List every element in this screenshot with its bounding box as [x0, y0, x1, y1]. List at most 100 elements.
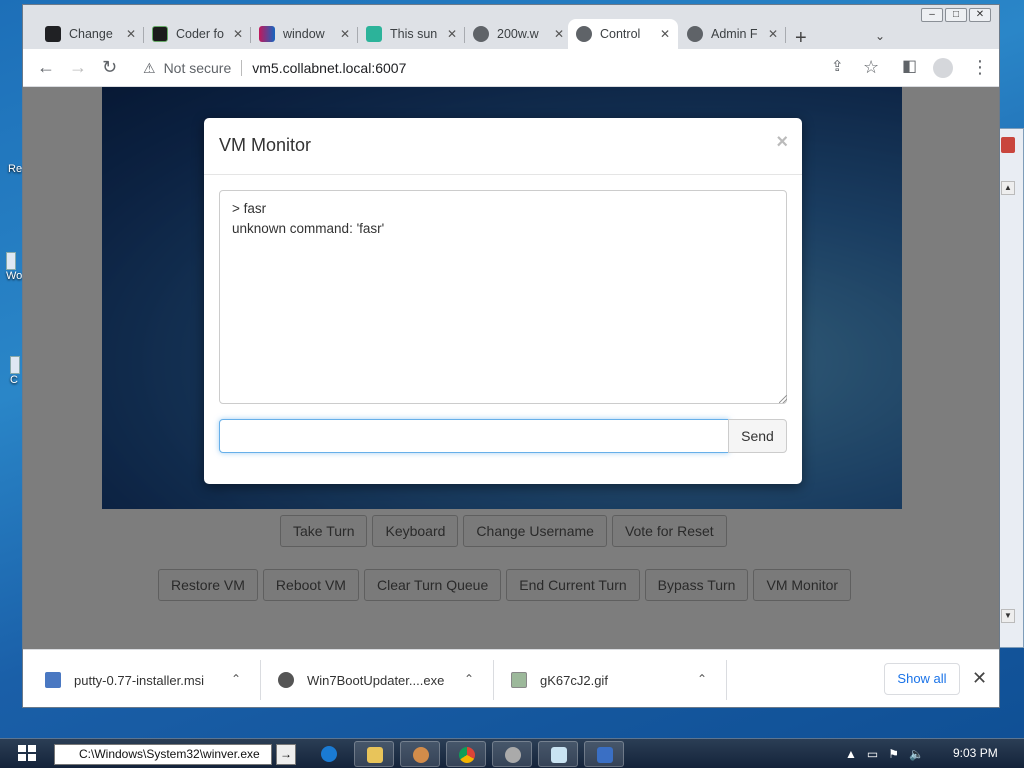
warning-icon[interactable]: ⚠: [143, 60, 156, 77]
tab-window[interactable]: window ✕: [251, 19, 358, 49]
address-bar[interactable]: ⚠ Not secure vm5.collabnet.local:6007: [133, 53, 983, 83]
tab-this-sun[interactable]: This sun ✕: [358, 19, 465, 49]
desktop-icon-recycle[interactable]: Re: [8, 163, 22, 175]
desktop-icon-c[interactable]: C: [10, 356, 20, 386]
download-item[interactable]: Win7BootUpdater....exe: [278, 650, 444, 707]
tab-close-icon[interactable]: ✕: [340, 27, 350, 41]
close-icon[interactable]: ×: [776, 131, 788, 154]
url-text[interactable]: vm5.collabnet.local:6007: [252, 60, 406, 76]
taskbar: C:\Windows\System32\winver.exe → ▲ ▭ ⚑ 🔈…: [0, 738, 1024, 768]
tab-close-icon[interactable]: ✕: [660, 27, 670, 41]
vm-action-row-1: Take Turn Keyboard Change Username Vote …: [280, 515, 727, 547]
system-tray: ▲ ▭ ⚑ 🔈: [845, 747, 924, 761]
new-tab-icon[interactable]: +: [795, 27, 807, 50]
taskbar-explorer[interactable]: [354, 741, 394, 767]
vm-monitor-modal: VM Monitor × > fasr unknown command: 'fa…: [204, 118, 802, 484]
reboot-vm-button[interactable]: Reboot VM: [262, 569, 359, 601]
scroll-up-icon[interactable]: ▲: [1001, 181, 1015, 195]
chevron-up-icon[interactable]: ⌃: [464, 672, 474, 686]
clear-turn-queue-button[interactable]: Clear Turn Queue: [363, 569, 502, 601]
tab-200w[interactable]: 200w.w ✕: [465, 19, 572, 49]
background-window[interactable]: ▲ ▼: [996, 128, 1024, 648]
restore-vm-button[interactable]: Restore VM: [158, 569, 258, 601]
globe-icon: [473, 26, 489, 42]
close-icon[interactable]: ✕: [972, 668, 987, 689]
run-input[interactable]: C:\Windows\System32\winver.exe: [54, 744, 272, 765]
taskbar-app[interactable]: [492, 741, 532, 767]
show-all-button[interactable]: Show all: [884, 663, 960, 695]
vm-monitor-button[interactable]: VM Monitor: [753, 569, 852, 601]
tab-close-icon[interactable]: ✕: [768, 27, 778, 41]
back-icon[interactable]: ←: [37, 58, 55, 76]
download-item[interactable]: putty-0.77-installer.msi: [45, 650, 204, 707]
console-output[interactable]: > fasr unknown command: 'fasr': [219, 190, 787, 404]
show-hidden-icons-icon[interactable]: ▲: [845, 747, 857, 761]
tab-strip: Change ✕ Coder fo ✕ window ✕ This sun ✕ …: [23, 17, 999, 49]
app-icon: [10, 356, 20, 374]
tab-close-icon[interactable]: ✕: [554, 27, 564, 41]
change-username-button[interactable]: Change Username: [463, 515, 607, 547]
command-input[interactable]: [219, 419, 729, 453]
resize-handle-icon[interactable]: [779, 395, 787, 403]
clock[interactable]: 9:03 PM: [953, 746, 998, 760]
tab-control[interactable]: Control ✕: [568, 19, 678, 49]
side-panel-icon[interactable]: ◧: [902, 58, 917, 76]
taskbar-edge[interactable]: [309, 741, 349, 767]
taskbar-notepad[interactable]: [538, 741, 578, 767]
network-icon[interactable]: ▭: [867, 747, 878, 761]
profile-avatar-icon[interactable]: [933, 58, 953, 78]
msi-file-icon: [45, 672, 61, 688]
menu-kebab-icon[interactable]: ⋮: [971, 58, 989, 76]
window-site-icon: [259, 26, 275, 42]
download-shelf: putty-0.77-installer.msi ⌃ Win7BootUpdat…: [23, 649, 999, 707]
share-icon[interactable]: ⇪: [831, 58, 844, 76]
winver-icon: [597, 747, 613, 763]
terminal-icon: [45, 26, 61, 42]
modal-header: VM Monitor ×: [204, 118, 802, 175]
coder-icon: [152, 26, 168, 42]
take-turn-button[interactable]: Take Turn: [280, 515, 368, 547]
forward-icon[interactable]: →: [69, 58, 87, 76]
tab-admin[interactable]: Admin F ✕: [679, 19, 786, 49]
globe-icon: [687, 26, 703, 42]
close-icon[interactable]: [1001, 137, 1015, 153]
image-file-icon: [511, 672, 527, 688]
tab-close-icon[interactable]: ✕: [233, 27, 243, 41]
action-center-icon[interactable]: ⚑: [888, 747, 899, 761]
word-icon: [6, 252, 16, 270]
download-item[interactable]: gK67cJ2.gif: [511, 650, 608, 707]
paint-icon: [413, 747, 429, 763]
taskbar-chrome[interactable]: [446, 741, 486, 767]
exe-file-icon: [278, 672, 294, 688]
modal-title: VM Monitor: [219, 135, 312, 155]
edge-icon: [321, 746, 337, 762]
site-icon: [366, 26, 382, 42]
notepad-icon: [551, 747, 567, 763]
bookmark-star-icon[interactable]: ☆: [863, 58, 879, 76]
scroll-down-icon[interactable]: ▼: [1001, 609, 1015, 623]
taskbar-winver[interactable]: [584, 741, 624, 767]
run-go-icon[interactable]: →: [276, 744, 296, 765]
chevron-up-icon[interactable]: ⌃: [697, 672, 707, 686]
volume-icon[interactable]: 🔈: [909, 747, 924, 761]
chrome-icon: [459, 747, 475, 763]
taskbar-paint[interactable]: [400, 741, 440, 767]
tab-coder[interactable]: Coder fo ✕: [144, 19, 251, 49]
vote-for-reset-button[interactable]: Vote for Reset: [611, 515, 727, 547]
folder-icon: [367, 747, 383, 763]
keyboard-button[interactable]: Keyboard: [372, 515, 459, 547]
start-button[interactable]: [18, 745, 38, 763]
reload-icon[interactable]: ↻: [102, 58, 117, 76]
chevron-up-icon[interactable]: ⌃: [231, 672, 241, 686]
globe-icon: [576, 26, 592, 42]
browser-window: – □ ✕ Change ✕ Coder fo ✕ window ✕ This …: [22, 4, 1000, 708]
app-icon: [505, 747, 521, 763]
bypass-turn-button[interactable]: Bypass Turn: [644, 569, 749, 601]
end-current-turn-button[interactable]: End Current Turn: [506, 569, 640, 601]
tab-search-icon[interactable]: ⌄: [875, 29, 885, 43]
desktop-icon-word[interactable]: Wo: [6, 252, 22, 282]
send-button[interactable]: Send: [728, 419, 787, 453]
tab-close-icon[interactable]: ✕: [447, 27, 457, 41]
tab-change[interactable]: Change ✕: [37, 19, 144, 49]
tab-close-icon[interactable]: ✕: [126, 27, 136, 41]
